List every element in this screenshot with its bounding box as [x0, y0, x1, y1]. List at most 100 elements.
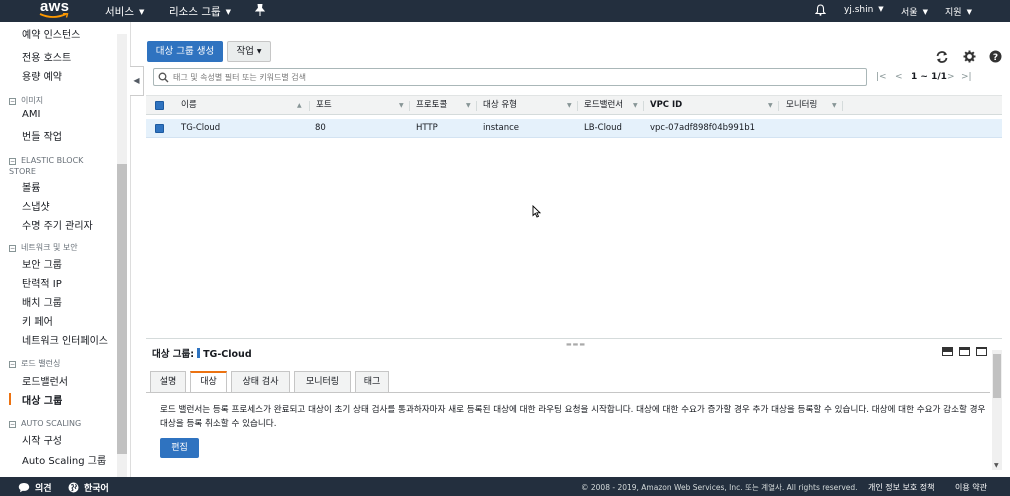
sidebar-item-placement-groups[interactable]: 배치 그룹	[22, 294, 62, 309]
column-header-vpc-id[interactable]: VPC ID	[650, 96, 682, 115]
sidebar-section-network-security[interactable]: − 네트워크 및 보안	[9, 242, 78, 253]
sidebar-section-label: 네트워크 및 보안	[21, 243, 78, 252]
feedback-link[interactable]: 의견	[18, 481, 52, 494]
sidebar-item-reserved-instances[interactable]: 예약 인스턴스	[22, 26, 80, 41]
top-navigation-bar: aws 서비스 ▼ 리소스 그룹 ▼ yj.shin ▼ 서울 ▼ 지원 ▼	[0, 0, 1010, 22]
column-header-name[interactable]: 이름	[181, 96, 197, 115]
prev-page-icon[interactable]: <	[895, 72, 903, 82]
column-divider	[476, 101, 477, 111]
actions-button-label: 작업	[236, 46, 254, 57]
notifications-bell-icon[interactable]	[814, 4, 827, 19]
detail-scrollbar-thumb[interactable]	[993, 354, 1001, 398]
sidebar-section-load-balancing[interactable]: − 로드 밸런싱	[9, 358, 60, 369]
sidebar-scrollbar[interactable]	[117, 34, 127, 477]
sort-icon[interactable]: ▼	[832, 96, 837, 115]
sidebar-item-lifecycle-manager[interactable]: 수명 주기 관리자	[22, 217, 93, 232]
pin-icon[interactable]	[254, 3, 266, 19]
language-label: 한국어	[84, 484, 109, 494]
sidebar-item-volumes[interactable]: 볼륨	[22, 179, 40, 194]
resize-grip-icon[interactable]: ▬▬▬	[566, 341, 586, 348]
sidebar-item-target-groups[interactable]: 대상 그룹	[22, 392, 62, 407]
globe-icon	[68, 482, 79, 493]
sort-icon[interactable]: ▼	[399, 96, 404, 115]
copyright-text: © 2008 - 2019, Amazon Web Services, Inc.…	[581, 483, 858, 492]
sidebar-section-label: AUTO SCALING	[21, 419, 82, 428]
table-row[interactable]: TG-Cloud 80 HTTP instance LB-Cloud vpc-0…	[146, 119, 1002, 138]
help-icon[interactable]: ?	[989, 50, 1002, 66]
language-selector[interactable]: 한국어	[68, 481, 109, 494]
feedback-chat-icon	[18, 483, 30, 493]
sidebar-section-auto-scaling[interactable]: − AUTO SCALING	[9, 418, 81, 429]
support-menu[interactable]: 지원 ▼	[945, 5, 972, 18]
panel-layout-full-icon[interactable]	[976, 347, 987, 356]
sort-icon[interactable]: ▼	[567, 96, 572, 115]
terms-of-use-link[interactable]: 이용 약관	[955, 482, 987, 493]
cell-protocol: HTTP	[416, 123, 438, 133]
aws-logo[interactable]: aws	[38, 0, 72, 22]
create-target-group-button[interactable]: 대상 그룹 생성	[147, 41, 223, 62]
scroll-down-icon[interactable]: ▼	[994, 462, 999, 469]
privacy-policy-link[interactable]: 개인 정보 보호 정책	[868, 482, 935, 493]
sidebar-section-images[interactable]: − 이미지	[9, 95, 43, 106]
row-checkbox[interactable]	[155, 124, 164, 133]
sidebar-item-elastic-ips[interactable]: 탄력적 IP	[22, 275, 62, 290]
region-menu[interactable]: 서울 ▼	[901, 5, 928, 18]
sidebar-item-security-groups[interactable]: 보안 그룹	[22, 256, 62, 271]
tab-tags[interactable]: 태그	[355, 371, 389, 392]
collapse-sidebar-button[interactable]: ◀	[130, 66, 144, 96]
refresh-icon[interactable]	[935, 50, 949, 67]
search-input[interactable]	[173, 70, 863, 84]
sidebar-section-ebs[interactable]: − ELASTIC BLOCK STORE	[9, 155, 104, 177]
column-divider	[842, 101, 843, 111]
sort-icon[interactable]: ▼	[768, 96, 773, 115]
sidebar-item-capacity-reservations[interactable]: 용량 예약	[22, 68, 62, 83]
sidebar-item-key-pairs[interactable]: 키 페어	[22, 313, 53, 328]
tab-description[interactable]: 설명	[150, 371, 186, 392]
cell-load-balancer: LB-Cloud	[584, 123, 622, 133]
sidebar-item-snapshots[interactable]: 스냅샷	[22, 198, 50, 213]
select-all-checkbox[interactable]	[155, 101, 164, 110]
chevron-down-icon: ▼	[966, 8, 972, 16]
services-menu-label: 서비스	[105, 6, 134, 18]
column-header-target-type[interactable]: 대상 유형	[483, 96, 517, 115]
settings-gear-icon[interactable]	[963, 50, 976, 66]
sort-icon[interactable]: ▼	[466, 96, 471, 115]
sidebar-item-ami[interactable]: AMI	[22, 109, 40, 120]
resource-groups-menu[interactable]: 리소스 그룹 ▼	[169, 4, 231, 19]
panel-layout-split-icon[interactable]	[959, 347, 970, 356]
sidebar-item-auto-scaling-groups[interactable]: Auto Scaling 그룹	[22, 452, 106, 467]
column-header-load-balancer[interactable]: 로드밸런서	[584, 96, 623, 115]
tab-health-checks[interactable]: 상태 검사	[231, 371, 290, 392]
edit-targets-button[interactable]: 편집	[160, 438, 199, 458]
user-menu[interactable]: yj.shin ▼	[844, 5, 884, 15]
tab-targets[interactable]: 대상	[190, 371, 227, 392]
cell-port: 80	[315, 123, 326, 133]
sidebar-item-load-balancers[interactable]: 로드밸런서	[22, 373, 68, 388]
column-header-monitoring[interactable]: 모니터링	[786, 96, 817, 115]
sidebar-scrollbar-thumb[interactable]	[117, 164, 127, 454]
cell-target-type: instance	[483, 123, 520, 133]
tab-monitoring[interactable]: 모니터링	[294, 371, 351, 392]
first-page-icon[interactable]: |<	[876, 72, 887, 82]
sidebar-item-network-interfaces[interactable]: 네트워크 인터페이스	[22, 332, 108, 347]
column-divider	[643, 101, 644, 111]
detail-scrollbar[interactable]: ▼	[992, 350, 1002, 470]
sort-ascending-icon[interactable]: ▲	[297, 96, 302, 115]
panel-layout-bottom-icon[interactable]	[942, 347, 953, 356]
active-indicator	[9, 393, 11, 405]
services-menu[interactable]: 서비스 ▼	[105, 4, 144, 19]
actions-button[interactable]: 작업 ▼	[227, 41, 271, 62]
last-page-icon[interactable]: >|	[961, 72, 972, 82]
collapse-minus-icon: −	[9, 361, 16, 368]
sidebar-section-label: 이미지	[21, 96, 44, 105]
next-page-icon[interactable]: >	[947, 72, 955, 82]
sort-icon[interactable]: ▼	[633, 96, 638, 115]
column-header-protocol[interactable]: 프로토콜	[416, 96, 447, 115]
sidebar-section-label: ELASTIC BLOCK STORE	[9, 156, 84, 176]
sidebar-item-bundle-tasks[interactable]: 번들 작업	[22, 128, 62, 143]
sidebar-item-launch-configurations[interactable]: 시작 구성	[22, 432, 62, 447]
sidebar-item-dedicated-hosts[interactable]: 전용 호스트	[22, 49, 71, 64]
chevron-down-icon: ▼	[922, 8, 928, 16]
search-icon	[158, 72, 169, 83]
column-header-port[interactable]: 포트	[316, 96, 332, 115]
